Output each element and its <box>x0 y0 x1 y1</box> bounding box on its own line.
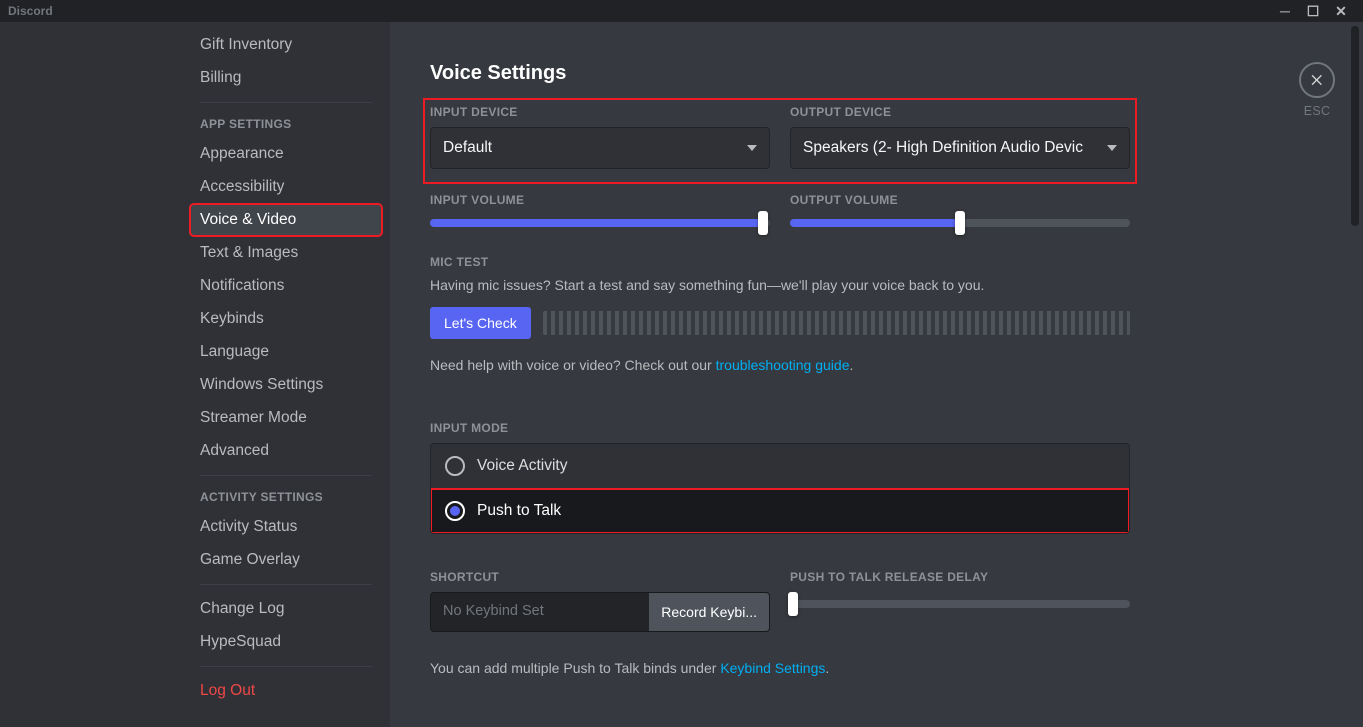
sidebar-item-voice-video[interactable]: Voice & Video <box>190 204 382 236</box>
close-button[interactable] <box>1299 62 1335 98</box>
input-device-value: Default <box>443 139 492 157</box>
sidebar-item-log-out[interactable]: Log Out <box>190 675 382 707</box>
output-device-value: Speakers (2- High Definition Audio Devic <box>803 139 1083 157</box>
input-volume-slider[interactable] <box>430 219 770 227</box>
keybind-recorder[interactable]: No Keybind Set Record Keybi... <box>430 592 770 632</box>
input-device-label: INPUT DEVICE <box>430 105 770 119</box>
sidebar-item-streamer-mode[interactable]: Streamer Mode <box>190 402 382 434</box>
app-name: Discord <box>8 4 1271 18</box>
input-volume-label: INPUT VOLUME <box>430 193 770 207</box>
sidebar-item-hypesquad[interactable]: HypeSquad <box>190 626 382 658</box>
chevron-down-icon <box>747 145 757 151</box>
radio-icon <box>445 456 465 476</box>
radio-icon <box>445 501 465 521</box>
ptt-delay-slider[interactable] <box>790 600 1130 608</box>
slider-thumb[interactable] <box>955 211 965 235</box>
help-text: Need help with voice or video? Check out… <box>430 357 1130 373</box>
sidebar-item-game-overlay[interactable]: Game Overlay <box>190 544 382 576</box>
radio-voice-activity[interactable]: Voice Activity <box>431 444 1129 489</box>
window-close-button[interactable]: ✕ <box>1327 3 1355 20</box>
input-mode-label: INPUT MODE <box>430 421 1130 435</box>
divider <box>200 584 372 585</box>
output-volume-slider[interactable] <box>790 219 1130 227</box>
slider-thumb[interactable] <box>788 592 798 616</box>
sidebar-item-keybinds[interactable]: Keybinds <box>190 303 382 335</box>
page-title: Voice Settings <box>430 62 1130 85</box>
radio-push-to-talk[interactable]: Push to Talk <box>431 489 1129 533</box>
output-volume-label: OUTPUT VOLUME <box>790 193 1130 207</box>
shortcut-label: SHORTCUT <box>430 570 770 584</box>
esc-label: ESC <box>1299 104 1335 118</box>
record-keybind-button[interactable]: Record Keybi... <box>649 593 769 631</box>
mic-test-label: MIC TEST <box>430 255 1130 269</box>
sidebar-item-gift-inventory[interactable]: Gift Inventory <box>190 29 382 61</box>
sidebar-gutter <box>0 22 180 727</box>
sidebar-item-accessibility[interactable]: Accessibility <box>190 171 382 203</box>
sidebar-item-change-log[interactable]: Change Log <box>190 593 382 625</box>
output-device-select[interactable]: Speakers (2- High Definition Audio Devic <box>790 127 1130 169</box>
sidebar-header-app-settings: APP SETTINGS <box>190 111 382 137</box>
scrollbar[interactable] <box>1351 26 1359 226</box>
close-icon <box>1309 72 1325 88</box>
radio-label: Push to Talk <box>477 502 561 520</box>
sidebar-item-language[interactable]: Language <box>190 336 382 368</box>
sidebar-item-advanced[interactable]: Advanced <box>190 435 382 467</box>
divider <box>200 475 372 476</box>
sidebar-item-activity-status[interactable]: Activity Status <box>190 511 382 543</box>
ptt-delay-label: PUSH TO TALK RELEASE DELAY <box>790 570 1130 584</box>
sidebar-item-text-images[interactable]: Text & Images <box>190 237 382 269</box>
input-device-select[interactable]: Default <box>430 127 770 169</box>
sidebar-item-appearance[interactable]: Appearance <box>190 138 382 170</box>
output-device-label: OUTPUT DEVICE <box>790 105 1130 119</box>
lets-check-button[interactable]: Let's Check <box>430 307 531 339</box>
maximize-button[interactable]: ☐ <box>1299 3 1327 20</box>
titlebar: Discord ─ ☐ ✕ <box>0 0 1363 22</box>
keybind-note: You can add multiple Push to Talk binds … <box>430 660 1130 676</box>
input-mode-radio-group: Voice Activity Push to Talk <box>430 443 1130 534</box>
mic-level-meter <box>543 311 1130 335</box>
keybind-input[interactable]: No Keybind Set <box>431 593 649 631</box>
slider-thumb[interactable] <box>758 211 768 235</box>
sidebar-item-windows-settings[interactable]: Windows Settings <box>190 369 382 401</box>
minimize-button[interactable]: ─ <box>1271 3 1299 19</box>
radio-label: Voice Activity <box>477 457 567 475</box>
chevron-down-icon <box>1107 145 1117 151</box>
sidebar-item-billing[interactable]: Billing <box>190 62 382 94</box>
settings-content: ESC Voice Settings INPUT DEVICE Default … <box>390 22 1363 727</box>
sidebar-item-notifications[interactable]: Notifications <box>190 270 382 302</box>
troubleshooting-link[interactable]: troubleshooting guide <box>716 357 850 373</box>
divider <box>200 666 372 667</box>
divider <box>200 102 372 103</box>
close-settings: ESC <box>1299 62 1335 118</box>
mic-test-description: Having mic issues? Start a test and say … <box>430 277 1130 293</box>
settings-sidebar: Gift Inventory Billing APP SETTINGS Appe… <box>180 22 390 727</box>
keybind-settings-link[interactable]: Keybind Settings <box>720 660 825 676</box>
sidebar-header-activity-settings: ACTIVITY SETTINGS <box>190 484 382 510</box>
